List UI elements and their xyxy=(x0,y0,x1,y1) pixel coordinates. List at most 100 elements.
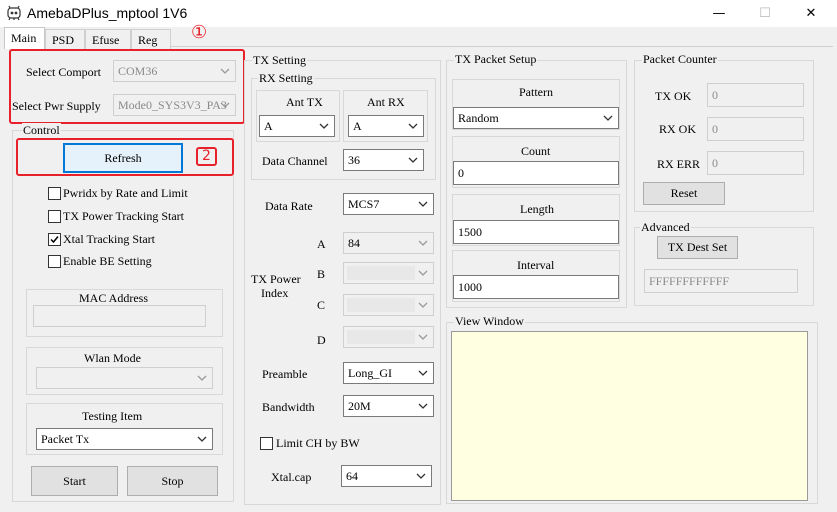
chevron-down-icon xyxy=(220,68,230,74)
xtal-tracking-checkbox[interactable] xyxy=(48,233,61,246)
tx-dest-set-button[interactable]: TX Dest Set xyxy=(657,236,738,259)
power-d-label: D xyxy=(317,333,326,347)
tab-psd[interactable]: PSD xyxy=(45,29,85,49)
tx-ok-label: TX OK xyxy=(655,89,692,103)
count-input[interactable]: 0 xyxy=(453,161,619,185)
power-b-label: B xyxy=(317,267,326,281)
comport-select[interactable]: COM36 xyxy=(113,60,236,82)
tx-power-tracking-label: TX Power Tracking Start xyxy=(63,209,184,223)
xtal-cap-select[interactable]: 64 xyxy=(341,465,432,487)
maximize-icon: ☐ xyxy=(759,6,771,21)
reset-button[interactable]: Reset xyxy=(643,182,725,205)
power-a-label: A xyxy=(317,237,326,251)
limit-ch-label: Limit CH by BW xyxy=(276,436,360,450)
rx-err-value: 0 xyxy=(707,151,804,175)
pwr-supply-select[interactable]: Mode0_SYS3V3_PA3 xyxy=(113,94,236,116)
power-b-select[interactable] xyxy=(343,262,434,284)
data-channel-label: Data Channel xyxy=(262,154,328,168)
xtal-cap-value: 64 xyxy=(346,469,358,483)
enable-be-checkbox[interactable] xyxy=(48,255,61,268)
refresh-button[interactable]: Refresh xyxy=(63,143,183,173)
wlan-mode-title: Wlan Mode xyxy=(84,351,141,365)
pwridx-checkbox[interactable] xyxy=(48,187,61,200)
packet-counter-title: Packet Counter xyxy=(642,52,718,67)
tx-packet-title: TX Packet Setup xyxy=(454,52,538,67)
testing-item-title: Testing Item xyxy=(82,409,143,423)
power-c-select[interactable] xyxy=(343,294,434,316)
pwr-supply-value: Mode0_SYS3V3_PA3 xyxy=(118,98,227,112)
bandwidth-label: Bandwidth xyxy=(262,400,315,414)
chevron-down-icon xyxy=(416,473,426,479)
annotation-marker-2: 2 xyxy=(196,147,217,166)
tab-efuse[interactable]: Efuse xyxy=(85,29,131,49)
tab-main[interactable]: Main xyxy=(4,27,45,49)
chevron-down-icon xyxy=(418,270,428,276)
pwr-supply-label: Select Pwr Supply xyxy=(12,99,101,113)
stop-button[interactable]: Stop xyxy=(127,466,218,496)
length-title: Length xyxy=(520,202,554,216)
control-title: Control xyxy=(22,123,61,138)
chevron-down-icon xyxy=(319,123,329,129)
rx-ok-value: 0 xyxy=(707,117,804,141)
enable-be-label: Enable BE Setting xyxy=(63,254,152,268)
chevron-down-icon xyxy=(408,157,418,163)
chevron-down-icon xyxy=(197,436,207,442)
testing-item-value: Packet Tx xyxy=(41,432,90,446)
ant-tx-select[interactable]: A xyxy=(259,115,335,137)
view-window-log[interactable] xyxy=(451,331,808,501)
app-icon xyxy=(7,5,21,21)
tab-reg[interactable]: Reg xyxy=(131,29,171,49)
xtal-tracking-label: Xtal Tracking Start xyxy=(63,232,155,246)
mac-address-title: MAC Address xyxy=(79,291,149,305)
data-rate-select[interactable]: MCS7 xyxy=(343,193,434,215)
maximize-button[interactable]: ☐ xyxy=(742,0,788,27)
start-button[interactable]: Start xyxy=(31,466,118,496)
power-a-select[interactable]: 84 xyxy=(343,232,434,254)
close-button[interactable]: ✕ xyxy=(788,0,834,27)
pattern-title: Pattern xyxy=(519,85,553,99)
interval-input[interactable]: 1000 xyxy=(453,275,619,299)
pattern-value: Random xyxy=(458,111,499,125)
count-title: Count xyxy=(521,144,551,158)
window-title: AmebaDPlus_mptool 1V6 xyxy=(27,5,188,21)
view-window-title: View Window xyxy=(454,314,525,329)
power-a-value: 84 xyxy=(348,236,360,250)
data-channel-select[interactable]: 36 xyxy=(343,149,424,171)
dest-address-input[interactable]: FFFFFFFFFFFF xyxy=(644,269,798,293)
data-rate-label: Data Rate xyxy=(265,199,313,213)
testing-item-select[interactable]: Packet Tx xyxy=(36,428,213,450)
ant-rx-select[interactable]: A xyxy=(348,115,424,137)
length-input[interactable]: 1500 xyxy=(453,220,619,244)
comport-label: Select Comport xyxy=(26,65,101,79)
wlan-mode-select[interactable] xyxy=(36,367,213,389)
bandwidth-select[interactable]: 20M xyxy=(343,395,434,417)
mac-address-input[interactable] xyxy=(33,305,206,327)
power-d-select[interactable] xyxy=(343,326,434,348)
checkmark-icon xyxy=(50,236,59,244)
chevron-down-icon xyxy=(418,302,428,308)
bandwidth-value: 20M xyxy=(348,399,371,413)
pwridx-label: Pwridx by Rate and Limit xyxy=(63,186,188,200)
rx-setting-title: RX Setting xyxy=(258,71,314,86)
preamble-label: Preamble xyxy=(262,367,308,381)
minimize-button[interactable]: — xyxy=(696,0,742,27)
advanced-title: Advanced xyxy=(640,220,691,235)
rx-err-label: RX ERR xyxy=(657,157,701,171)
chevron-down-icon xyxy=(418,403,428,409)
power-c-label: C xyxy=(317,298,326,312)
tx-power-index-label-2: Index xyxy=(261,286,289,300)
minimize-icon: — xyxy=(712,6,726,21)
chevron-down-icon xyxy=(418,334,428,340)
close-icon: ✕ xyxy=(805,6,817,21)
data-channel-value: 36 xyxy=(348,153,360,167)
preamble-select[interactable]: Long_GI xyxy=(343,362,434,384)
rx-ok-label: RX OK xyxy=(659,122,697,136)
tx-power-tracking-checkbox[interactable] xyxy=(48,210,61,223)
ant-rx-value: A xyxy=(353,119,362,133)
chevron-down-icon xyxy=(408,123,418,129)
annotation-marker-1: ① xyxy=(191,22,208,43)
pattern-select[interactable]: Random xyxy=(453,107,619,129)
limit-ch-checkbox[interactable] xyxy=(260,437,273,450)
chevron-down-icon xyxy=(197,375,207,381)
chevron-down-icon xyxy=(418,201,428,207)
